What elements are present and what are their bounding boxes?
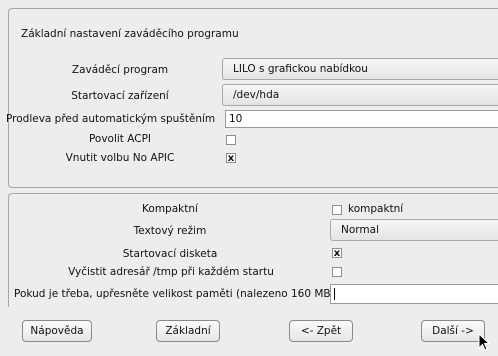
boot-floppy-checkbox[interactable]: x <box>332 248 342 259</box>
boot-loader-label: Zaváděcí program <box>71 64 169 76</box>
boot-device-value: /dev/hda <box>233 89 280 101</box>
acpi-label: Povolit ACPI <box>88 133 152 145</box>
boot-loader-select[interactable]: LILO s grafickou nabídkou <box>222 58 498 80</box>
memory-label: Pokud je třeba, upřesněte velikost pamět… <box>14 288 335 300</box>
boot-floppy-label: Startovací disketa <box>122 248 218 260</box>
noapic-checkbox[interactable]: x <box>226 153 236 164</box>
text-mode-label: Textový režim <box>133 225 207 237</box>
back-button[interactable]: <- Zpět <box>289 320 353 342</box>
delay-input[interactable]: 10 <box>225 110 498 128</box>
help-button[interactable]: Nápověda <box>22 320 92 342</box>
text-mode-value: Normal <box>341 224 379 236</box>
compact-label: Kompaktní <box>142 203 198 215</box>
text-caret <box>334 288 335 300</box>
noapic-label: Vnutit volbu No APIC <box>65 152 175 164</box>
basic-button[interactable]: Základní <box>156 320 220 342</box>
section-title: Základní nastavení zaváděcího programu <box>21 28 239 40</box>
delay-label: Prodleva před automatickým spuštěním <box>6 113 216 125</box>
clean-tmp-label: Vyčistit adresář /tmp při každém startu <box>68 266 274 278</box>
mouse-cursor-icon <box>478 333 490 351</box>
acpi-checkbox[interactable] <box>226 135 236 145</box>
memory-input[interactable] <box>330 284 498 304</box>
noapic-checkmark: x <box>227 153 235 164</box>
delay-value: 10 <box>229 113 243 125</box>
boot-device-select[interactable]: /dev/hda <box>222 84 498 106</box>
next-button[interactable]: Další -> <box>421 320 485 342</box>
compact-checkbox-text[interactable]: kompaktní <box>348 203 403 215</box>
clean-tmp-checkbox[interactable] <box>332 267 342 277</box>
compact-checkbox[interactable] <box>332 205 342 215</box>
text-mode-select[interactable]: Normal <box>330 219 498 241</box>
boot-loader-value: LILO s grafickou nabídkou <box>233 63 368 75</box>
boot-floppy-checkmark: x <box>333 248 341 259</box>
boot-device-label: Startovací zařízení <box>71 90 169 102</box>
